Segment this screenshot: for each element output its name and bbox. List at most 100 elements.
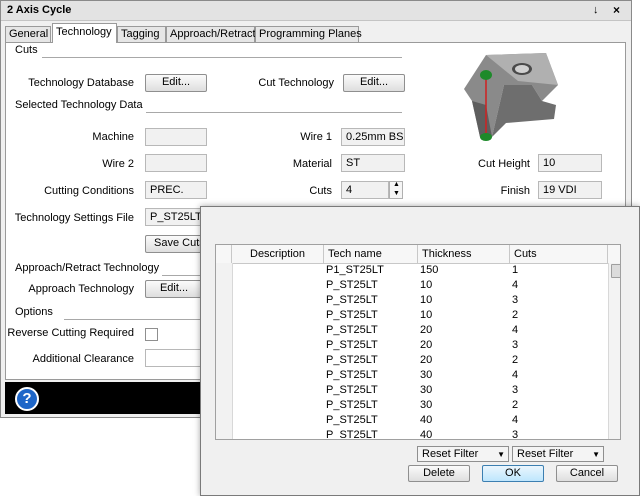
approach-technology-edit-button[interactable]: Edit... [145,280,203,298]
table-row[interactable]: P_ST25LT 40 4 [232,413,608,428]
filter-dropdown-value: Reset Filter [422,448,479,460]
column-header-cuts[interactable]: Cuts [510,245,608,263]
filter-dropdown-value: Reset Filter [517,448,574,460]
table-row[interactable]: P_ST25LT 10 3 [232,293,608,308]
column-header-description[interactable]: Description [232,245,324,263]
table-row[interactable]: P_ST25LT 20 2 [232,353,608,368]
cuts-spinner[interactable]: ▲ ▼ [389,181,403,199]
cell-thickness: 10 [420,279,433,291]
table-row[interactable]: P_ST25LT 10 4 [232,278,608,293]
machine-label: Machine [92,131,134,143]
cell-tech-name: P_ST25LT [326,399,378,411]
tab-technology[interactable]: Technology [52,23,117,43]
technology-table: Description Tech name Thickness Cuts P1_… [215,244,621,440]
cell-cuts: 2 [512,399,519,411]
technology-settings-file-field[interactable]: P_ST25LT [145,208,207,226]
cell-thickness: 150 [420,264,439,276]
column-header-thickness[interactable]: Thickness [418,245,510,263]
cell-cuts: 4 [512,279,519,291]
cuts-section-title: Cuts [15,44,38,56]
table-row[interactable]: P_ST25LT 10 2 [232,308,608,323]
cell-cuts: 3 [512,384,519,396]
spin-down-icon[interactable]: ▼ [393,190,400,197]
cell-thickness: 20 [420,324,433,336]
additional-clearance-label: Additional Clearance [32,353,134,365]
tab-tagging[interactable]: Tagging [117,26,166,42]
ok-button[interactable]: OK [482,465,544,482]
finish-label: Finish [500,185,530,197]
cell-thickness: 30 [420,399,433,411]
part-preview-image [464,53,558,141]
cell-cuts: 3 [512,429,519,440]
row-selector-header [216,245,232,263]
approach-retract-section-title: Approach/Retract Technology [15,262,160,274]
table-row[interactable]: P_ST25LT 30 4 [232,368,608,383]
table-row[interactable]: P_ST25LT 30 2 [232,398,608,413]
wire2-label: Wire 2 [102,158,134,170]
cell-tech-name: P_ST25LT [326,429,378,440]
cell-tech-name: P_ST25LT [326,279,378,291]
cell-cuts: 3 [512,294,519,306]
cell-tech-name: P_ST25LT [326,384,378,396]
cell-thickness: 10 [420,309,433,321]
additional-clearance-field[interactable] [145,349,203,367]
selected-technology-section-title: Selected Technology Data [15,99,143,111]
tab-general[interactable]: General [5,26,51,42]
approach-technology-label: Approach Technology [28,283,134,295]
divider [64,319,202,320]
cell-tech-name: P1_ST25LT [326,264,384,276]
table-header: Description Tech name Thickness Cuts [216,245,620,264]
finish-field: 19 VDI [538,181,602,199]
technology-selection-dialog: Description Tech name Thickness Cuts P1_… [200,206,640,496]
close-icon[interactable]: × [613,3,620,17]
table-row[interactable]: P_ST25LT 40 3 [232,428,608,440]
chevron-down-icon: ▼ [592,450,600,459]
cell-tech-name: P_ST25LT [326,339,378,351]
table-row[interactable]: P1_ST25LT 150 1 [232,263,608,278]
options-section-title: Options [15,306,53,318]
table-row[interactable]: P_ST25LT 30 3 [232,383,608,398]
save-cuts-button[interactable]: Save Cuts [145,235,207,253]
table-row[interactable]: P_ST25LT 20 4 [232,323,608,338]
technology-database-edit-button[interactable]: Edit... [145,74,207,92]
vertical-scrollbar[interactable] [608,263,620,439]
cell-tech-name: P_ST25LT [326,354,378,366]
cell-cuts: 4 [512,369,519,381]
cutting-conditions-field: PREC. [145,181,207,199]
scrollbar-thumb[interactable] [611,264,620,278]
divider [42,57,402,58]
tab-approach-retract[interactable]: Approach/Retract [166,26,256,42]
cancel-button[interactable]: Cancel [556,465,618,482]
cut-technology-label: Cut Technology [258,77,334,89]
cell-tech-name: P_ST25LT [326,294,378,306]
cut-technology-edit-button[interactable]: Edit... [343,74,405,92]
machine-field [145,128,207,146]
cell-cuts: 2 [512,354,519,366]
cell-thickness: 20 [420,354,433,366]
reverse-cutting-checkbox[interactable] [145,328,158,341]
window-title: 2 Axis Cycle [7,4,72,16]
material-field: ST [341,154,405,172]
filter-dropdown-tech-name[interactable]: Reset Filter ▼ [417,446,509,462]
column-header-tech-name[interactable]: Tech name [324,245,418,263]
pin-icon[interactable]: ↓ [593,4,599,16]
filter-dropdown-thickness[interactable]: Reset Filter ▼ [512,446,604,462]
reverse-cutting-label: Reverse Cutting Required [7,327,134,339]
spin-up-icon[interactable]: ▲ [393,181,400,188]
wire1-field: 0.25mm BS [341,128,405,146]
cuts-field[interactable]: 4 [341,181,389,199]
material-label: Material [292,158,332,170]
cutting-conditions-label: Cutting Conditions [44,185,134,197]
cell-tech-name: P_ST25LT [326,369,378,381]
delete-button[interactable]: Delete [408,465,470,482]
cell-cuts: 1 [512,264,519,276]
tab-programming-planes[interactable]: Programming Planes [255,26,362,42]
chevron-down-icon: ▼ [497,450,505,459]
help-icon[interactable]: ? [15,387,39,411]
cell-thickness: 20 [420,339,433,351]
wire1-label: Wire 1 [300,131,332,143]
technology-database-label: Technology Database [28,77,134,89]
divider [146,112,402,113]
cell-cuts: 4 [512,414,519,426]
table-row[interactable]: P_ST25LT 20 3 [232,338,608,353]
